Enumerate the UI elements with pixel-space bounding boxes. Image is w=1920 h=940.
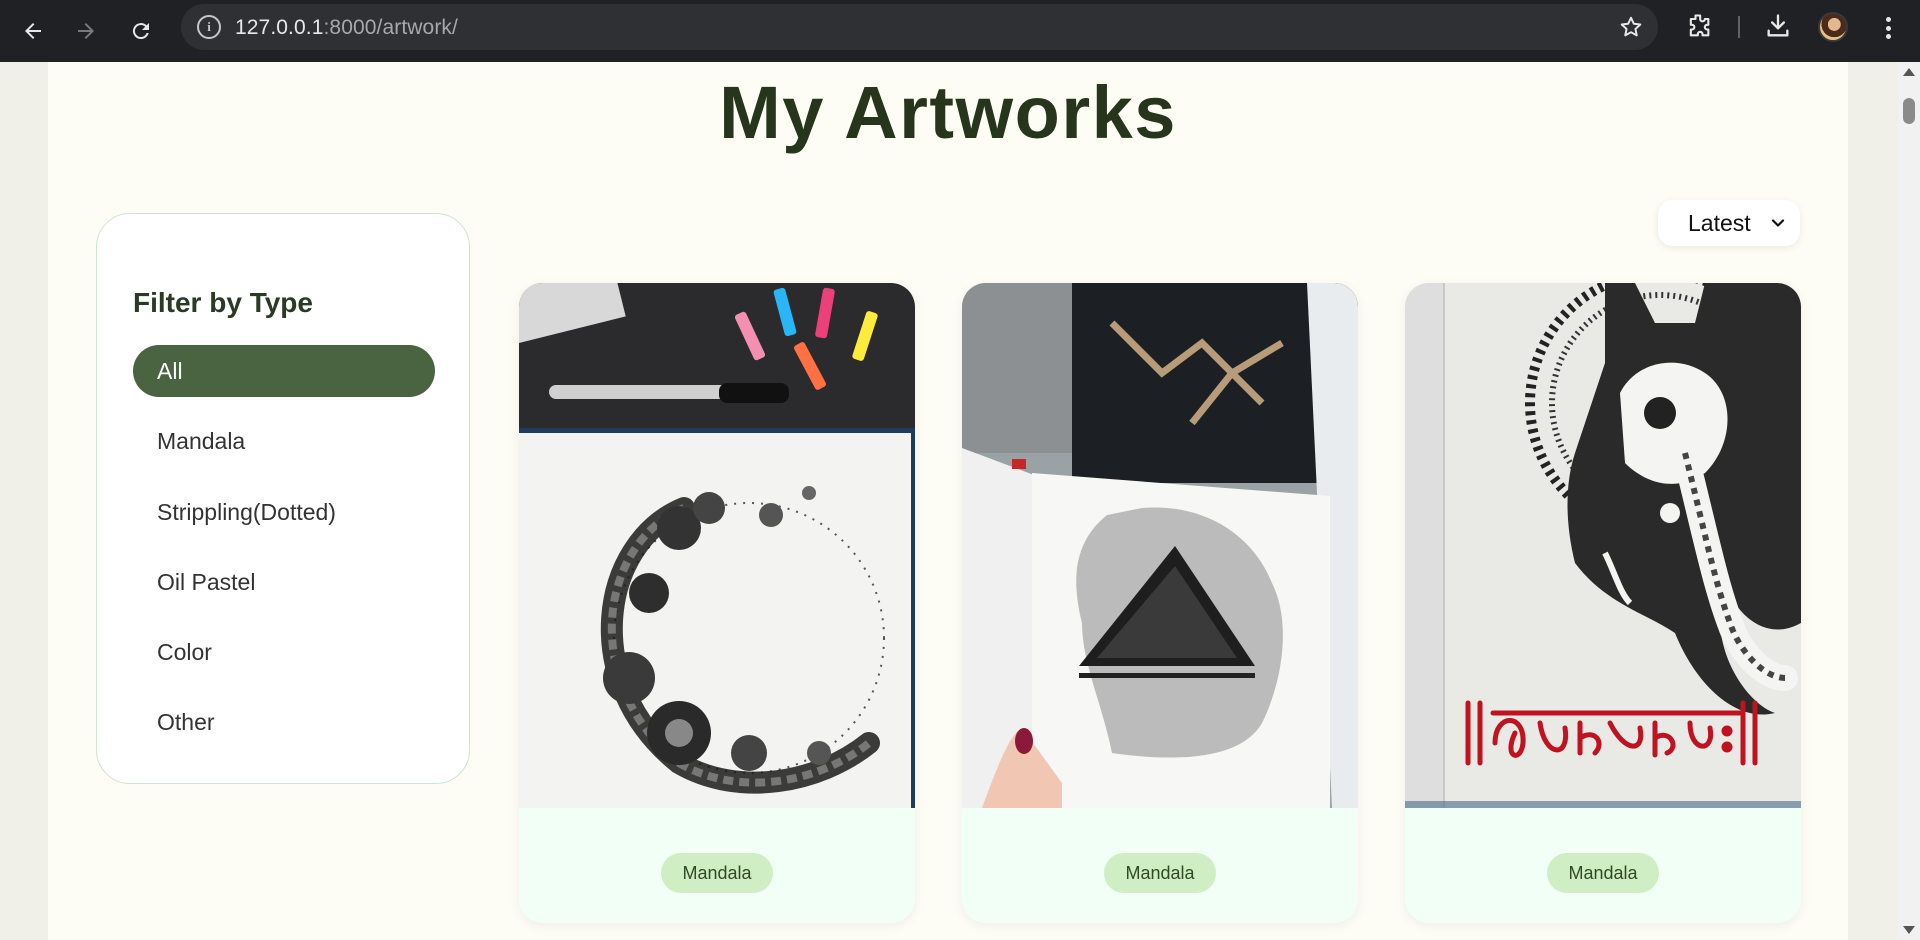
filter-panel: Filter by Type All Mandala Strippling(Do…	[96, 213, 470, 784]
sort-selected-value: Latest	[1688, 209, 1751, 236]
toolbar-divider	[1738, 16, 1740, 38]
filter-item-label: All	[157, 357, 183, 384]
artwork-type-tag: Mandala	[661, 853, 773, 893]
url-path: :8000/artwork/	[323, 16, 458, 39]
download-icon[interactable]	[1764, 12, 1792, 40]
scroll-up-arrow-icon[interactable]	[1903, 68, 1915, 76]
forward-button[interactable]	[65, 10, 107, 52]
reload-button[interactable]	[120, 10, 162, 52]
filter-title: Filter by Type	[133, 287, 313, 318]
sort-select[interactable]: Latest	[1658, 200, 1800, 246]
artwork-type-tag: Mandala	[1547, 853, 1659, 893]
filter-item-strippling[interactable]: Strippling(Dotted)	[133, 486, 435, 538]
page-title: My Artworks	[719, 71, 1177, 154]
page-container: My Artworks Latest Filter by Type All Ma…	[48, 62, 1848, 940]
filter-item-label: Strippling(Dotted)	[157, 498, 336, 525]
artwork-card[interactable]: Mandala	[962, 283, 1358, 923]
filter-item-label: Mandala	[157, 427, 246, 454]
back-button[interactable]	[12, 10, 54, 52]
filter-item-label: Oil Pastel	[157, 568, 256, 595]
artwork-image[interactable]	[962, 283, 1358, 808]
reload-icon	[132, 23, 149, 40]
menu-icon[interactable]	[1878, 14, 1898, 42]
filter-item-all[interactable]: All	[133, 345, 435, 397]
page-scrollbar[interactable]	[1898, 62, 1920, 940]
url-host: 127.0.0.1	[235, 16, 324, 39]
filter-item-label: Other	[157, 708, 215, 735]
browser-toolbar: i 127.0.0.1:8000/artwork/	[0, 0, 1920, 62]
filter-item-other[interactable]: Other	[133, 696, 435, 748]
url-text[interactable]: 127.0.0.1:8000/artwork/	[235, 16, 458, 40]
filter-item-oil-pastel[interactable]: Oil Pastel	[133, 556, 435, 608]
artwork-image[interactable]	[519, 283, 915, 808]
scroll-down-arrow-icon[interactable]	[1903, 926, 1915, 934]
page-viewport: My Artworks Latest Filter by Type All Ma…	[0, 62, 1898, 940]
artwork-card[interactable]: Mandala	[1405, 283, 1801, 923]
back-icon	[25, 23, 41, 39]
scroll-thumb[interactable]	[1903, 98, 1915, 124]
filter-item-color[interactable]: Color	[133, 626, 435, 678]
filter-item-label: Color	[157, 638, 212, 665]
bookmark-star-icon[interactable]	[1618, 14, 1644, 40]
address-bar[interactable]: i 127.0.0.1:8000/artwork/	[181, 4, 1658, 50]
filter-item-mandala[interactable]: Mandala	[133, 415, 435, 467]
forward-icon	[78, 23, 94, 39]
chevron-down-icon	[1771, 219, 1785, 227]
artwork-type-tag: Mandala	[1104, 853, 1216, 893]
artwork-card[interactable]: Mandala	[519, 283, 915, 923]
extensions-icon[interactable]	[1685, 12, 1713, 40]
profile-avatar[interactable]	[1818, 12, 1848, 42]
site-info-icon[interactable]: i	[197, 15, 221, 39]
artwork-image[interactable]	[1405, 283, 1801, 808]
